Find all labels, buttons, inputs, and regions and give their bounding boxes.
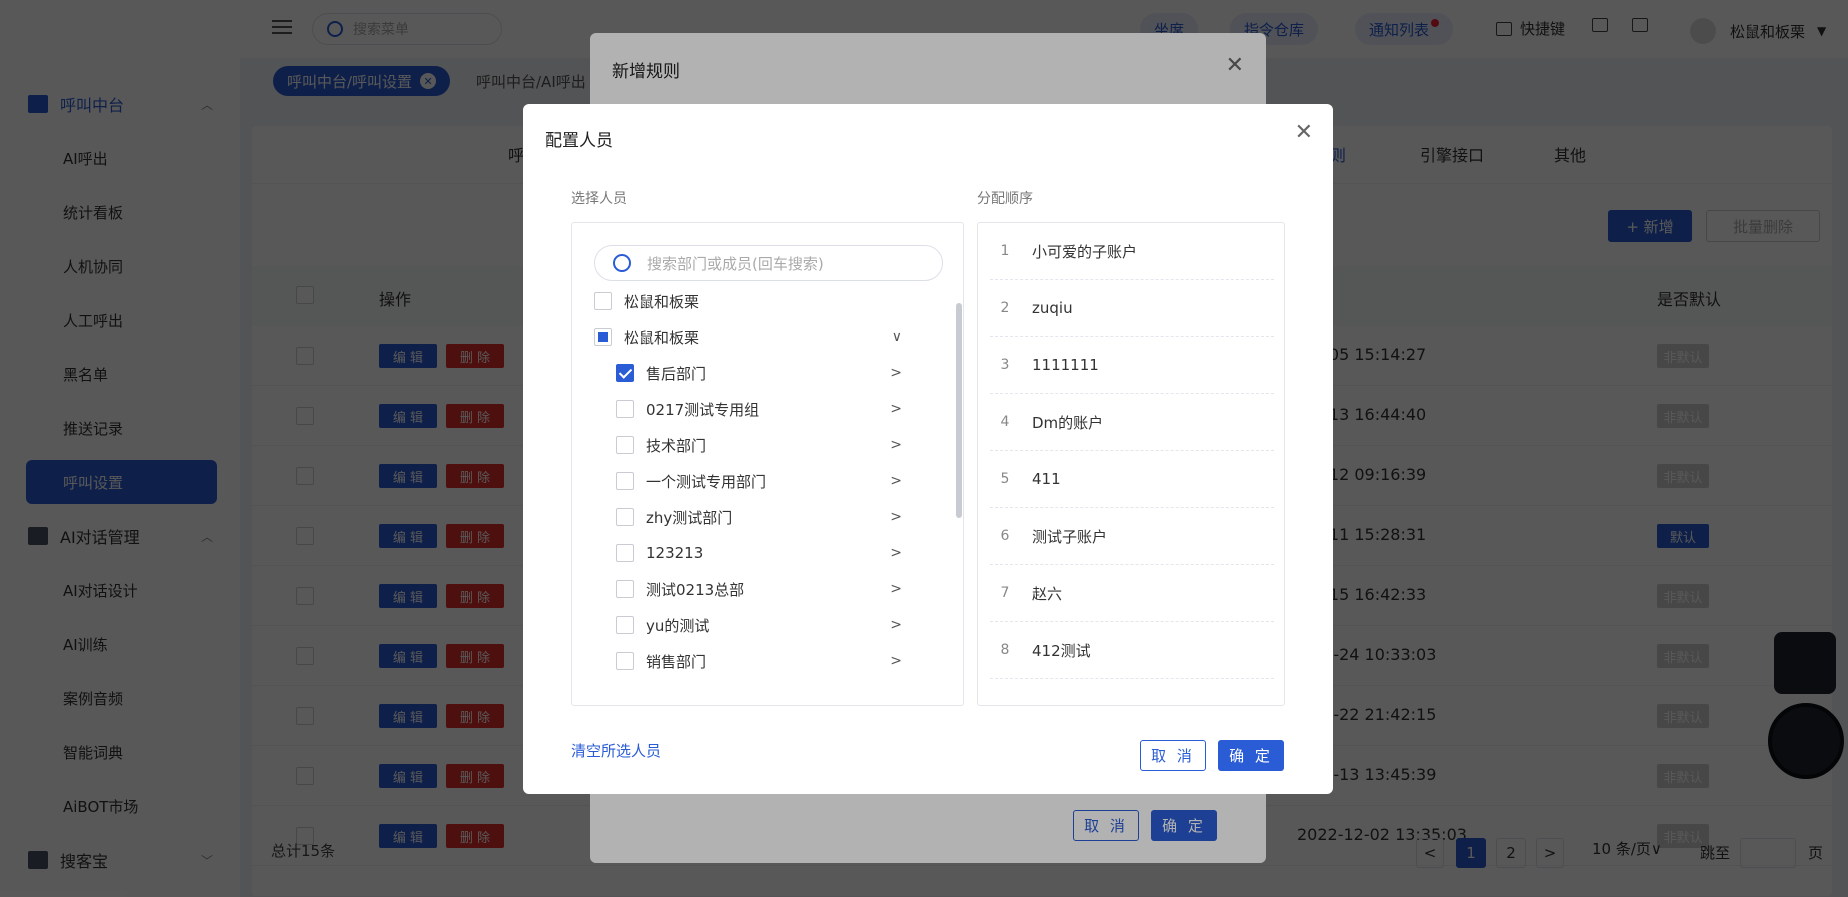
chevron-right-icon[interactable]: > [890, 365, 902, 381]
tree-checkbox[interactable] [616, 472, 634, 490]
order-name: 测试子账户 [1032, 527, 1108, 546]
tree-node-label: 测试0213总部 [646, 580, 745, 599]
tree-checkbox[interactable] [616, 400, 634, 418]
search-icon [613, 254, 631, 272]
chevron-down-icon[interactable]: ∨ [892, 329, 902, 345]
order-item[interactable]: 1 小可爱的子账户 [990, 223, 1274, 280]
chevron-right-icon[interactable]: > [890, 617, 902, 633]
tree-node[interactable]: 松鼠和板栗 [572, 286, 952, 316]
config-people-modal: 配置人员 ✕ 选择人员 分配顺序 搜索部门或成员(回车搜索) 松鼠和板栗 松鼠和板… [523, 104, 1333, 794]
dept-search-input[interactable]: 搜索部门或成员(回车搜索) [594, 245, 943, 281]
tree-checkbox[interactable] [616, 508, 634, 526]
chevron-right-icon[interactable]: > [890, 509, 902, 525]
order-number: 6 [1000, 528, 1010, 544]
order-panel: 1 小可爱的子账户 2 zuqiu 3 1111111 4 Dm的账户 5 411 6 测试子账户 7 赵… [977, 222, 1285, 706]
tree-node[interactable]: 一个测试专用部门 > [572, 466, 952, 496]
tree-node[interactable]: 0217测试专用组 > [572, 394, 952, 424]
order-label: 分配顺序 [977, 191, 1033, 207]
tree-node-label: 技术部门 [646, 436, 707, 455]
order-number: 2 [1000, 300, 1010, 316]
order-item[interactable]: 6 测试子账户 [990, 508, 1274, 565]
order-number: 4 [1000, 414, 1010, 430]
chevron-right-icon[interactable]: > [890, 653, 902, 669]
order-name: Dm的账户 [1032, 413, 1104, 432]
order-name: 小可爱的子账户 [1032, 242, 1138, 261]
tree-checkbox[interactable] [594, 328, 612, 346]
close-icon[interactable]: ✕ [1295, 120, 1313, 145]
order-number: 8 [1000, 642, 1010, 658]
order-name: 411 [1032, 470, 1061, 488]
order-item[interactable]: 5 411 [990, 451, 1274, 508]
tree-node[interactable]: yu的测试 > [572, 610, 952, 640]
people-tree-panel: 搜索部门或成员(回车搜索) 松鼠和板栗 松鼠和板栗 ∨ 售后部门 >0217测试专用组 >… [571, 222, 964, 706]
order-item[interactable]: 8 412测试 [990, 622, 1274, 679]
chevron-right-icon[interactable]: > [890, 401, 902, 417]
chevron-right-icon[interactable]: > [890, 437, 902, 453]
order-number: 5 [1000, 471, 1010, 487]
confirm-button[interactable]: 确 定 [1218, 740, 1284, 771]
tree-checkbox[interactable] [616, 364, 634, 382]
order-item[interactable]: 2 zuqiu [990, 280, 1274, 337]
tree-node-label: 123213 [646, 544, 704, 562]
clear-selection-link[interactable]: 清空所选人员 [571, 740, 661, 761]
tree-node[interactable]: 松鼠和板栗 ∨ [572, 322, 952, 352]
tree-node-label: 松鼠和板栗 [624, 292, 700, 311]
scrollbar[interactable] [956, 303, 962, 518]
tree-node-label: 0217测试专用组 [646, 400, 760, 419]
tree-node-label: 销售部门 [646, 652, 707, 671]
tree-node[interactable]: 销售部门 > [572, 646, 952, 676]
tree-node[interactable]: 售后部门 > [572, 358, 952, 388]
order-item[interactable]: 3 1111111 [990, 337, 1274, 394]
tree-node-label: 松鼠和板栗 [624, 328, 700, 347]
tree-node-label: yu的测试 [646, 616, 710, 635]
tree-node[interactable]: 123213 > [572, 538, 952, 568]
order-number: 3 [1000, 357, 1010, 373]
tree-checkbox[interactable] [616, 436, 634, 454]
order-number: 1 [1000, 243, 1010, 259]
order-name: 412测试 [1032, 641, 1091, 660]
tree-node-label: zhy测试部门 [646, 508, 733, 527]
cancel-button[interactable]: 取 消 [1140, 740, 1206, 771]
tree-node[interactable]: 技术部门 > [572, 430, 952, 460]
order-number: 7 [1000, 585, 1010, 601]
modal-title: 配置人员 [545, 131, 613, 151]
select-people-label: 选择人员 [571, 191, 627, 207]
order-name: 1111111 [1032, 356, 1099, 374]
tree-node[interactable]: zhy测试部门 > [572, 502, 952, 532]
order-name: 赵六 [1032, 584, 1063, 603]
tree-node-label: 一个测试专用部门 [646, 472, 767, 491]
order-item[interactable]: 7 赵六 [990, 565, 1274, 622]
tree-checkbox[interactable] [616, 544, 634, 562]
tree-checkbox[interactable] [616, 616, 634, 634]
tree-node[interactable]: 测试0213总部 > [572, 574, 952, 604]
tree-checkbox[interactable] [594, 292, 612, 310]
tree-checkbox[interactable] [616, 580, 634, 598]
chevron-right-icon[interactable]: > [890, 581, 902, 597]
chevron-right-icon[interactable]: > [890, 473, 902, 489]
order-name: zuqiu [1032, 299, 1073, 317]
order-item[interactable]: 4 Dm的账户 [990, 394, 1274, 451]
tree-checkbox[interactable] [616, 652, 634, 670]
tree-node-label: 售后部门 [646, 364, 707, 383]
chevron-right-icon[interactable]: > [890, 545, 902, 561]
